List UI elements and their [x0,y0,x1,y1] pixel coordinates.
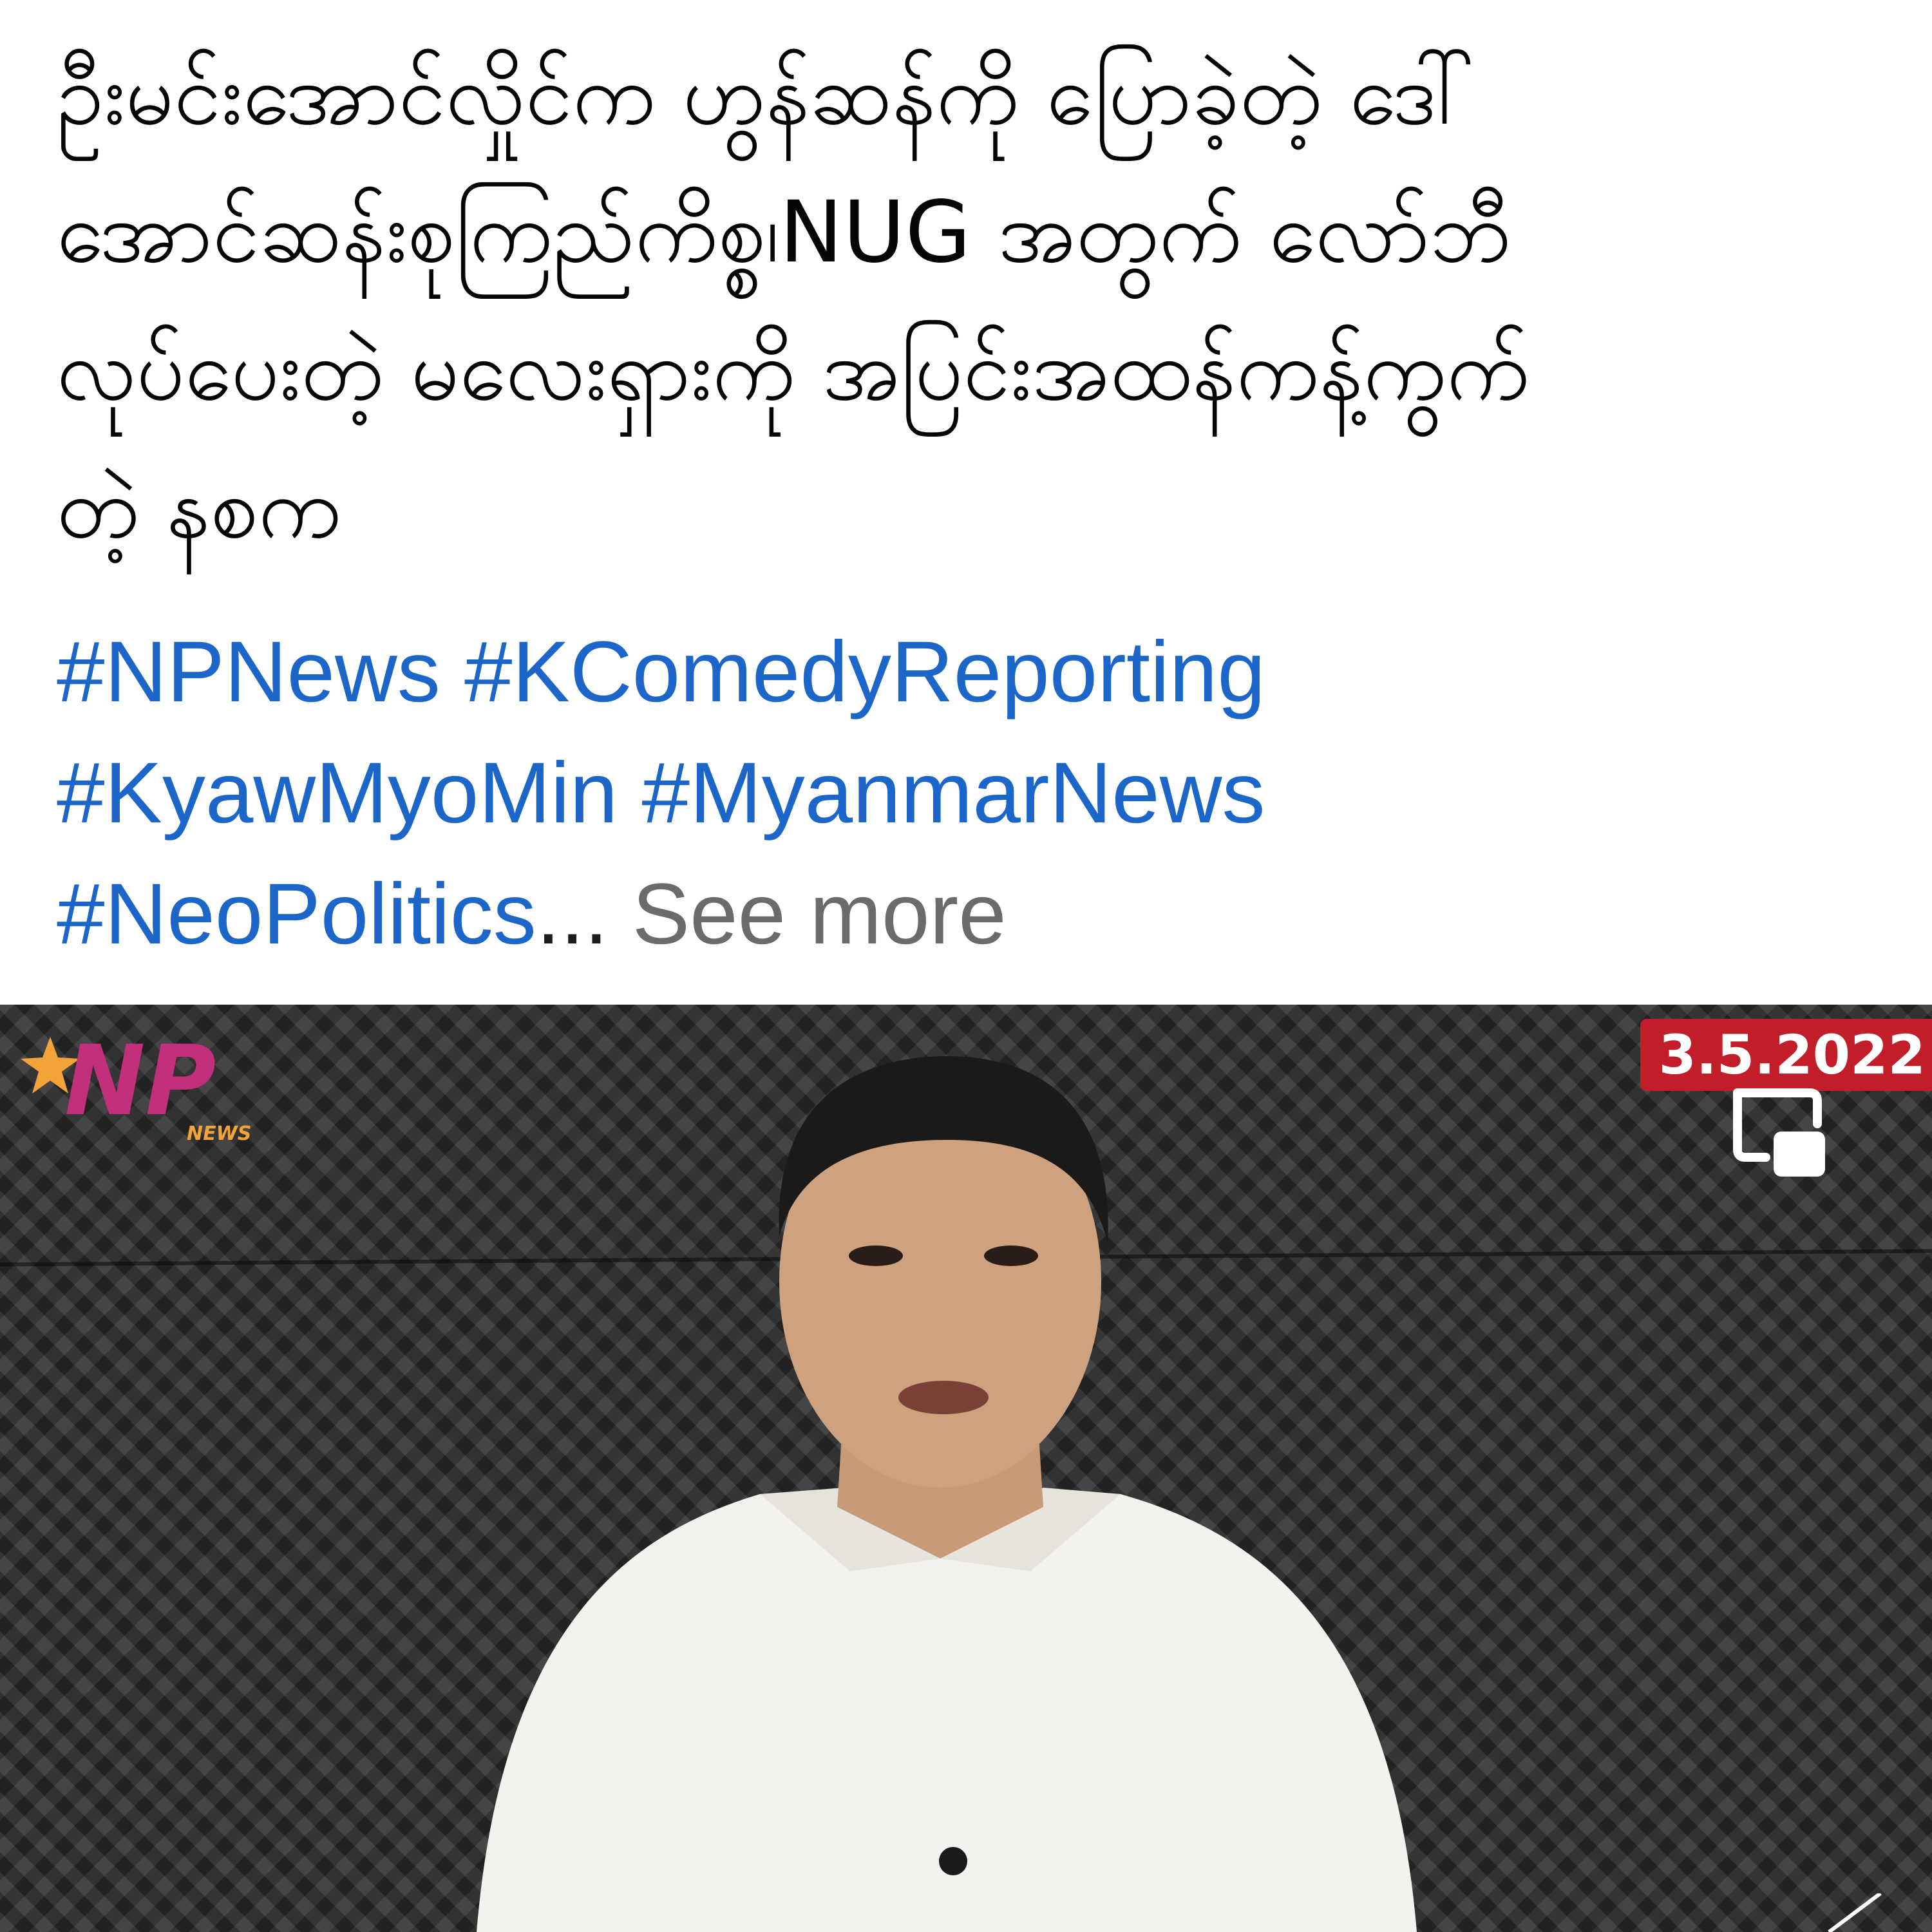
hashtag-link-npnews[interactable]: #NPNews [57,624,440,720]
caption-line: ဦးမင်းအောင်လှိုင်က ဟွန်ဆန်ကို ပြောခဲ့တဲ့… [57,45,1475,144]
facebook-post: ဦးမင်းအောင်လှိုင်က ဟွန်ဆန်ကို ပြောခဲ့တဲ့… [0,0,1932,1932]
video-player[interactable]: NP NEWS 3.5.2022 [0,1005,1932,1932]
hashtag-link-kyawmyomin[interactable]: #KyawMyoMin [57,745,618,841]
hashtag-link-kcomedyreporting[interactable]: #KComedyReporting [464,624,1265,720]
video-presenter [477,1056,1417,1932]
hashtag-row: #NeoPolitics... See more [57,854,1899,975]
hashtag-row: #NPNews #KComedyReporting [57,612,1899,733]
hashtag-link-myanmarnews[interactable]: #MyanmarNews [642,745,1265,841]
hashtag-row: #KyawMyoMin #MyanmarNews [57,733,1899,854]
truncation-ellipsis: ... [536,866,609,962]
see-more-link[interactable]: See more [632,866,1007,962]
date-overlay: 3.5.2022 [1640,1019,1932,1091]
resize-handle-icon [1828,1893,1882,1932]
caption-line: အောင်ဆန်းစုကြည်ကိစ္စ၊NUG အတွက် လော်ဘီ [57,183,1512,282]
logo-text: NP [64,1025,216,1137]
hashtag-link-neopolitics[interactable]: #NeoPolitics [57,866,536,962]
caption-line: လုပ်ပေးတဲ့ မလေးရှားကို အပြင်းအထန်ကန့်ကွက… [57,321,1530,420]
post-caption: ဦးမင်းအောင်လှိုင်က ဟွန်ဆန်ကို ပြောခဲ့တဲ့… [57,26,1899,577]
hashtag-block: #NPNews #KComedyReporting #KyawMyoMin #M… [57,612,1899,975]
np-news-logo: NP NEWS [21,1025,251,1145]
caption-line: တဲ့ နစက [57,459,342,558]
picture-in-picture-icon[interactable] [1726,1085,1829,1182]
logo-subtext: NEWS [187,1122,251,1145]
